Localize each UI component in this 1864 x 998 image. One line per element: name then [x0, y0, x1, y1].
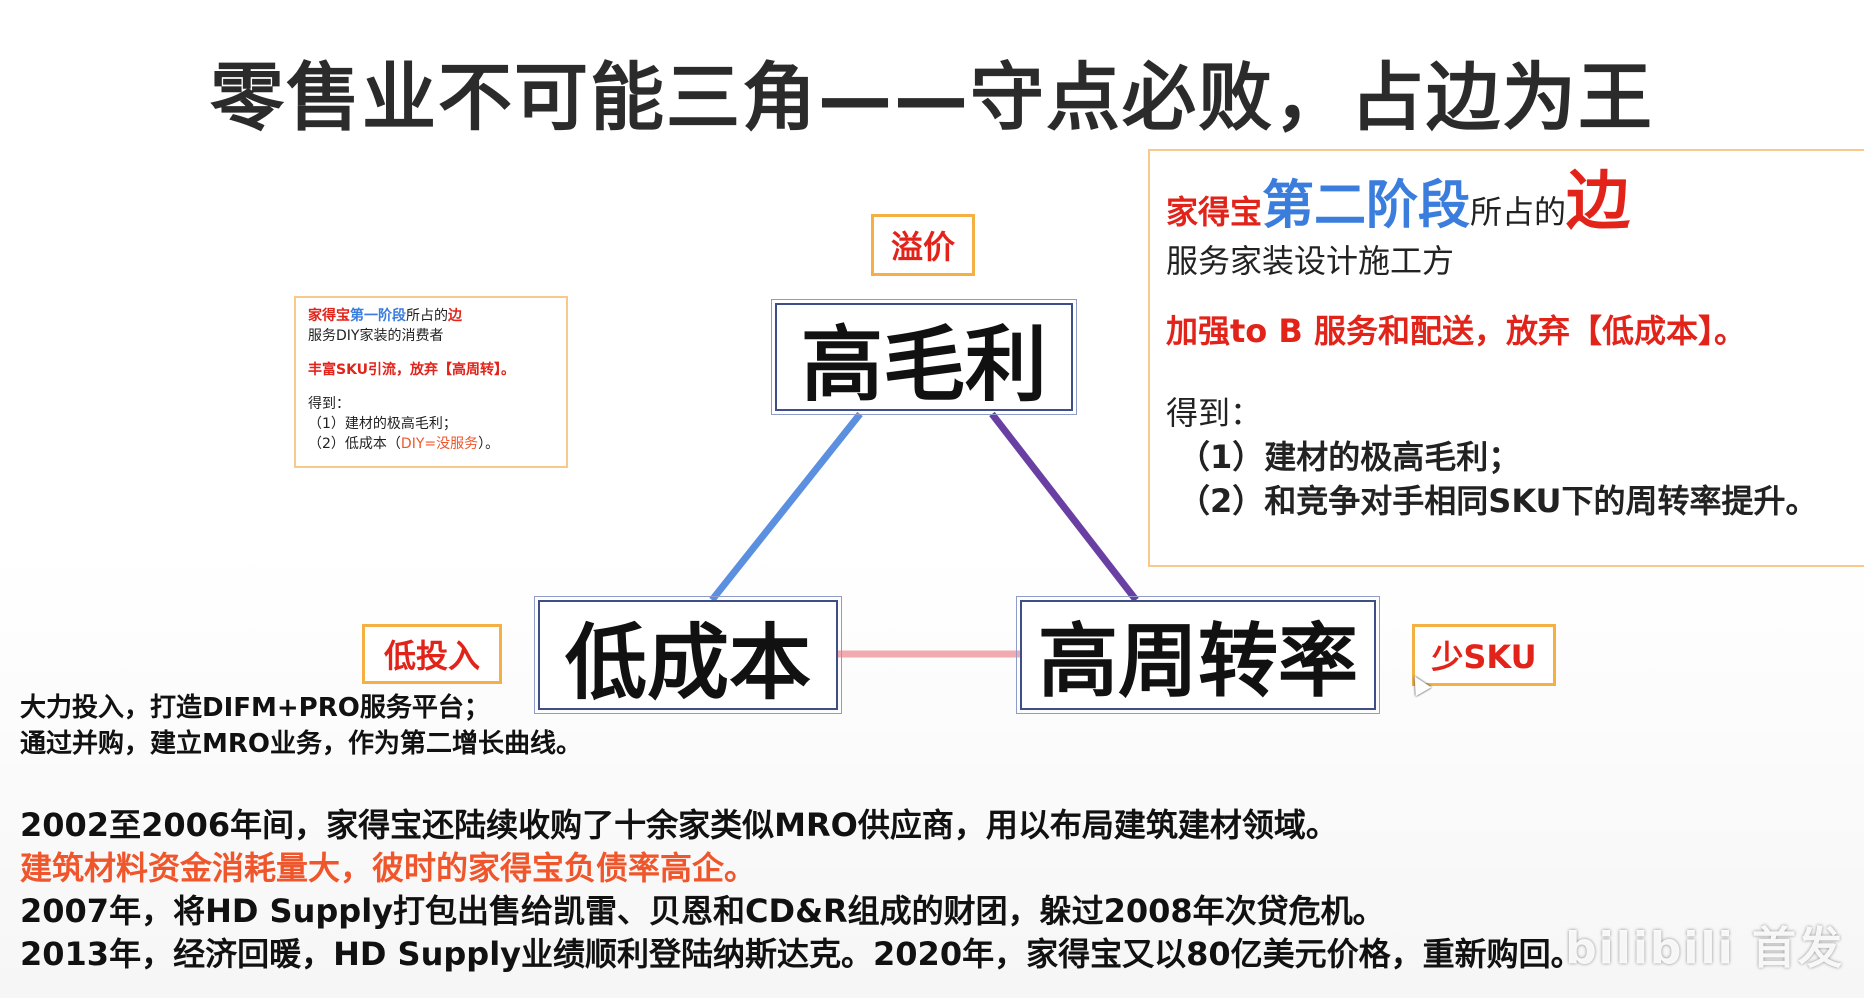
stage1-item-2: （2）低成本（DIY=没服务）。 — [308, 434, 554, 454]
strategy-note-2: 通过并购，建立MRO业务，作为第二增长曲线。 — [20, 729, 582, 759]
node-high-turnover: 高周转率 — [1016, 596, 1380, 714]
stage2-item-2: （2）和竞争对手相同SKU下的周转率提升。 — [1178, 482, 1818, 520]
history-line-2: 建筑材料资金消耗量大，彼时的家得宝负债率高企。 — [20, 849, 757, 887]
node-high-margin: 高毛利 — [771, 299, 1077, 415]
tag-less-sku: 少SKU — [1412, 624, 1556, 686]
strategy-notes: 大力投入，打造DIFM+PRO服务平台； 通过并购，建立MRO业务，作为第二增长… — [20, 690, 582, 762]
stage2-item-1: （1）建材的极高毛利； — [1178, 438, 1521, 476]
bilibili-watermark: bilibili 首发 — [1565, 923, 1844, 974]
edge-high-margin-high-turnover — [989, 411, 1139, 603]
stage1-item-1: （1）建材的极高毛利； — [308, 416, 457, 432]
stage1-got-label: 得到： — [308, 396, 350, 412]
stage1-edge: 边 — [448, 308, 462, 324]
stage1-phase: 第一阶段 — [350, 308, 406, 324]
stage1-item-2-c: ）。 — [478, 436, 500, 452]
stage2-heading: 家得宝第二阶段所占的边 — [1166, 165, 1848, 239]
tag-premium: 溢价 — [871, 214, 975, 276]
stage2-phase: 第二阶段 — [1262, 176, 1471, 236]
stage2-customer: 服务家装设计施工方 — [1166, 242, 1455, 280]
tag-low-investment: 低投入 — [362, 624, 502, 684]
stage2-got-label: 得到： — [1166, 394, 1263, 432]
history-line-3: 2007年，将HD Supply打包出售给凯雷、贝恩和CD&R组成的财团，躲过2… — [20, 892, 1385, 930]
history-notes: 2002至2006年间，家得宝还陆续收购了十余家类似MRO供应商，用以布局建筑建… — [20, 804, 1583, 976]
stage1-strategy: 丰富SKU引流，放弃【高周转】。 — [308, 362, 516, 378]
strategy-note-1: 大力投入，打造DIFM+PRO服务平台； — [20, 693, 490, 723]
stage1-customer: 服务DIY家装的消费者 — [308, 328, 444, 344]
stage2-company: 家得宝 — [1166, 193, 1263, 231]
edge-high-margin-low-cost — [709, 411, 863, 603]
stage1-company: 家得宝 — [308, 308, 350, 324]
stage1-card: 家得宝第一阶段所占的边 服务DIY家装的消费者 丰富SKU引流，放弃【高周转】。… — [294, 296, 568, 468]
stage2-strategy: 加强to B 服务和配送，放弃【低成本】。 — [1166, 312, 1746, 350]
stage2-card: 家得宝第二阶段所占的边 服务家装设计施工方 加强to B 服务和配送，放弃【低成… — [1148, 149, 1864, 567]
node-low-cost: 低成本 — [534, 596, 842, 714]
history-line-4: 2013年，经济回暖，HD Supply业绩顺利登陆纳斯达克。2020年，家得宝… — [20, 935, 1583, 973]
history-line-1: 2002至2006年间，家得宝还陆续收购了十余家类似MRO供应商，用以布局建筑建… — [20, 806, 1338, 844]
stage2-occupies: 所占的 — [1470, 193, 1567, 231]
stage1-occupies: 所占的 — [406, 308, 448, 324]
stage1-item-2-a: （2）低成本（ — [308, 436, 401, 452]
stage1-item-2-b: DIY=没服务 — [400, 436, 479, 452]
stage2-edge: 边 — [1566, 165, 1631, 239]
presentation-slide: 零售业不可能三角——守点必败，占边为王 溢价 高毛利 低投入 低成本 高周转率 … — [0, 0, 1864, 998]
stage1-heading: 家得宝第一阶段所占的边 — [308, 306, 554, 326]
